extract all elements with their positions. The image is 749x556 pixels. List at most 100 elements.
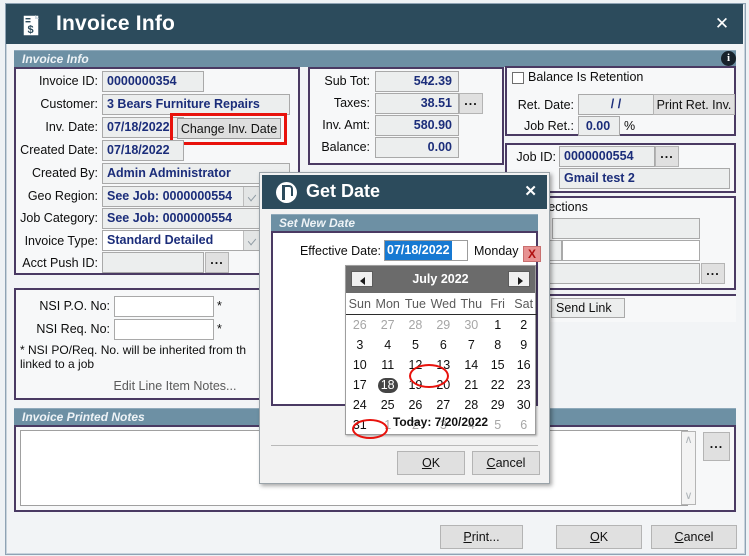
x-badge[interactable]: X <box>523 246 541 262</box>
nsi-req-field[interactable] <box>114 319 214 340</box>
calendar-day-8[interactable]: 8 <box>485 335 510 355</box>
get-date-ok-mnemonic: O <box>421 456 432 470</box>
scroll-up-icon[interactable]: ∧ <box>682 433 695 447</box>
calendar-day-14[interactable]: 14 <box>458 355 485 375</box>
created-by-label: Created By: <box>31 166 98 180</box>
effective-date-value: 07/18/2022 <box>385 241 452 260</box>
cancel-button[interactable]: Cancel <box>651 525 737 549</box>
get-date-cancel-mnemonic: C <box>486 456 496 470</box>
geo-region-label: Geo Region: <box>27 189 98 203</box>
invoice-type-value: Standard Detailed <box>107 233 214 247</box>
calendar-grid[interactable]: Sun Mon Tue Wed Thu Fri Sat 26 27 28 29 30 1 2 3 4 5 6 7 8… <box>346 294 537 435</box>
calendar-day-24[interactable]: 24 <box>346 395 374 415</box>
invoice-type-combo[interactable]: Standard Detailed <box>102 230 262 251</box>
ret-date-label: Ret. Date: <box>517 98 574 112</box>
calendar-day-22[interactable]: 22 <box>485 375 510 395</box>
nsi-po-star: * <box>217 299 222 313</box>
get-date-cancel-button[interactable]: Cancel <box>472 451 540 475</box>
geo-region-combo[interactable]: See Job: 0000000554 <box>102 186 262 207</box>
calendar-day-12[interactable]: 12 <box>402 355 429 375</box>
job-id-field[interactable]: 0000000554 <box>559 146 655 167</box>
ret-date-field[interactable]: / / <box>578 94 654 115</box>
calendar-day-5[interactable]: 5 <box>402 335 429 355</box>
calendar-day-26[interactable]: 26 <box>346 315 374 336</box>
calendar-day-27[interactable]: 27 <box>429 395 458 415</box>
acct-push-id-field[interactable] <box>102 252 204 273</box>
calendar-day-2[interactable]: 2 <box>510 315 537 336</box>
calendar-day-17[interactable]: 17 <box>346 375 374 395</box>
notes-browse-button[interactable]: ... <box>703 432 730 461</box>
job-browse-button[interactable]: ... <box>655 146 679 167</box>
calendar-day-27[interactable]: 27 <box>374 315 402 336</box>
acct-push-id-label: Acct Push ID: <box>22 256 98 270</box>
customer-field[interactable]: 3 Bears Furniture Repairs <box>102 94 290 115</box>
get-date-close-icon[interactable]: ✕ <box>524 182 537 200</box>
calendar-prev-month-button[interactable] <box>351 271 373 287</box>
app-logo-icon <box>276 182 297 203</box>
calendar-weekday-row: Sun Mon Tue Wed Thu Fri Sat <box>346 294 537 315</box>
collections-field-3[interactable] <box>562 240 700 261</box>
effective-date-input[interactable]: 07/18/2022 <box>384 240 468 261</box>
calendar-day-15[interactable]: 15 <box>485 355 510 375</box>
calendar-day-4[interactable]: 4 <box>374 335 402 355</box>
taxes-browse-button[interactable]: ... <box>459 93 483 114</box>
job-name-field: Gmail test 2 <box>559 168 730 189</box>
calendar-day-10[interactable]: 10 <box>346 355 374 375</box>
acct-push-id-browse-button[interactable]: ... <box>205 252 229 273</box>
ellipsis-icon: ... <box>709 436 724 451</box>
calendar-day-3[interactable]: 3 <box>346 335 374 355</box>
invoice-id-field[interactable]: 0000000354 <box>102 71 204 92</box>
calendar-week-row: 24 25 26 27 28 29 30 <box>346 395 537 415</box>
print-button[interactable]: Print... <box>440 525 523 549</box>
calendar-day-16[interactable]: 16 <box>510 355 537 375</box>
info-icon[interactable]: i <box>721 51 736 66</box>
edit-line-item-notes-link[interactable]: Edit Line Item Notes... <box>100 379 250 393</box>
calendar-day-7[interactable]: 7 <box>458 335 485 355</box>
calendar-day-21[interactable]: 21 <box>458 375 485 395</box>
calendar-day-29[interactable]: 29 <box>485 395 510 415</box>
calendar-day-29[interactable]: 29 <box>429 315 458 336</box>
ok-button[interactable]: OK <box>556 525 642 549</box>
calendar-day-28[interactable]: 28 <box>402 315 429 336</box>
balance-is-retention-checkbox[interactable] <box>512 72 524 84</box>
invoice-info-group-header: Invoice Info <box>14 50 736 67</box>
set-new-date-header: Set New Date <box>271 214 538 231</box>
calendar-day-20[interactable]: 20 <box>429 375 458 395</box>
ellipsis-icon: ... <box>660 146 674 161</box>
calendar-day-19[interactable]: 19 <box>402 375 429 395</box>
calendar-day-30[interactable]: 30 <box>510 395 537 415</box>
sub-tot-field: 542.39 <box>375 71 459 92</box>
get-date-titlebar: Get Date ✕ <box>262 175 547 209</box>
job-ret-field[interactable]: 0.00 <box>578 116 620 136</box>
calendar-day-25[interactable]: 25 <box>374 395 402 415</box>
calendar-weekday-sat: Sat <box>510 294 537 315</box>
print-mnemonic: P <box>463 530 472 544</box>
collections-field-1[interactable] <box>552 218 700 239</box>
notes-scrollbar[interactable]: ∧ ∨ <box>681 431 696 505</box>
calendar-day-13[interactable]: 13 <box>429 355 458 375</box>
close-icon[interactable]: ✕ <box>711 14 733 36</box>
calendar-today-label[interactable]: Today: 7/20/2022 <box>346 415 535 431</box>
calendar-next-month-button[interactable] <box>508 271 530 287</box>
inv-date-label: Inv. Date: <box>45 120 98 134</box>
collections-browse-button[interactable]: ... <box>701 263 725 284</box>
scroll-down-icon[interactable]: ∨ <box>682 489 695 503</box>
calendar-day-9[interactable]: 9 <box>510 335 537 355</box>
nsi-po-field[interactable] <box>114 296 214 317</box>
send-link-button[interactable]: Send Link <box>551 298 625 318</box>
print-button-label-rest: rint... <box>471 530 500 544</box>
calendar-day-26[interactable]: 26 <box>402 395 429 415</box>
calendar-day-1[interactable]: 1 <box>485 315 510 336</box>
calendar-day-23[interactable]: 23 <box>510 375 537 395</box>
created-date-field[interactable]: 07/18/2022 <box>102 140 184 161</box>
inv-amt-field: 580.90 <box>375 115 459 136</box>
calendar-day-6[interactable]: 6 <box>429 335 458 355</box>
calendar-day-11[interactable]: 11 <box>374 355 402 375</box>
print-ret-inv-button[interactable]: Print Ret. Inv. <box>653 94 735 115</box>
calendar-day-28[interactable]: 28 <box>458 395 485 415</box>
get-date-ok-button[interactable]: OK <box>397 451 465 475</box>
application-root: $ Invoice Info ✕ Invoice Info i Invoice … <box>0 0 749 556</box>
ok-mnemonic: O <box>589 530 600 544</box>
calendar-day-30[interactable]: 30 <box>458 315 485 336</box>
calendar-day-18-selected[interactable]: 18 <box>374 375 402 395</box>
